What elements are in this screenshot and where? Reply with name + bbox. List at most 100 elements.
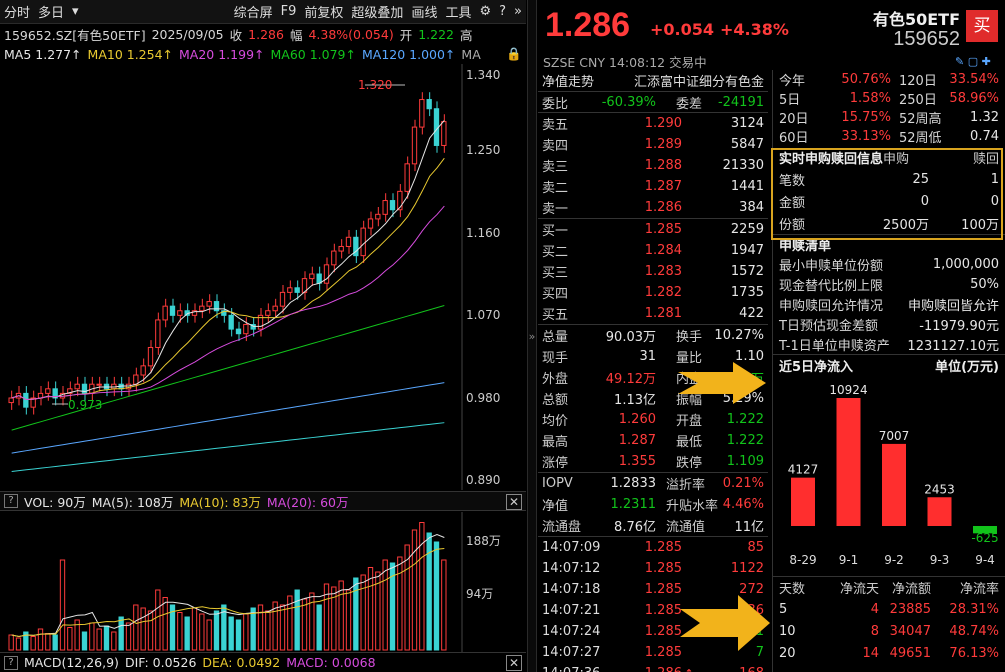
iopv-row: 净值1.2311升贴水率4.46% — [538, 494, 768, 515]
weibi-row: 委比 -60.39% 委差 -24191 — [538, 91, 768, 112]
price-tick: 1.250 — [466, 143, 500, 157]
inflow-bar — [882, 444, 906, 526]
stat-row-value: 1.222 — [702, 412, 764, 427]
help-icon[interactable]: ? — [4, 656, 18, 670]
buy-button[interactable]: 买 — [966, 10, 998, 42]
volume-bar — [38, 629, 42, 650]
volume-bar — [31, 637, 35, 651]
stat-row-value: 1.13亿 — [586, 389, 656, 408]
stat-row-value: 31 — [586, 349, 656, 364]
help-icon[interactable]: ? — [495, 4, 510, 19]
volume-bar — [200, 614, 204, 650]
vol-value: VOL: 90万 — [24, 492, 86, 511]
forward-adjust-button[interactable]: 前复权 — [300, 2, 347, 21]
candle — [295, 288, 299, 293]
candle — [288, 288, 292, 293]
ask-level: 卖一1.286384 — [538, 197, 768, 218]
macd-legend: ? MACD(12,26,9) DIF: 0.0526 DEA: 0.0492 … — [0, 652, 526, 672]
candle — [442, 122, 446, 146]
nav-trend-link[interactable]: 净值走势 — [542, 71, 612, 90]
ask-level-volume: 3124 — [682, 116, 764, 131]
tick-row[interactable]: 14:07:121.2851122 — [538, 558, 768, 579]
iopv-row-value: 0.21% — [702, 476, 764, 491]
volume-bar — [9, 635, 13, 650]
vol-ma20: MA(20): 60万 — [267, 492, 349, 511]
composite-screen-button[interactable]: 综合屏 — [230, 2, 277, 21]
f9-button[interactable]: F9 — [277, 4, 301, 19]
list-value: 1,000,000 — [883, 257, 999, 272]
macd-label: MACD(12,26,9) — [24, 655, 119, 670]
volume-bar — [141, 608, 145, 650]
expand-icon[interactable]: » — [529, 330, 536, 343]
ma10-legend: MA10 1.254↑ — [88, 47, 173, 62]
ma20-legend: MA20 1.199↑ — [179, 47, 264, 62]
ask-level: 卖四1.2895847 — [538, 134, 768, 155]
panel-divider[interactable]: » — [527, 0, 537, 672]
stat-row-label: 开盘 — [656, 410, 702, 429]
bid-level-volume: 2259 — [682, 222, 764, 237]
ask-level-label: 卖一 — [542, 198, 592, 217]
ma60-legend: MA60 1.079↑ — [271, 47, 356, 62]
volume-legend: ? VOL: 90万 MA(5): 108万 MA(10): 83万 MA(20… — [0, 491, 526, 511]
flow-col-netdays: 净流天 — [819, 578, 879, 597]
volume-chart[interactable]: 188万 94万 — [0, 512, 526, 652]
bid-level-price: 1.282 — [592, 285, 682, 300]
draw-line-button[interactable]: 画线 — [407, 2, 441, 21]
stat-row: 总量90.03万换手10.27% — [538, 325, 768, 346]
bid-level: 买一1.2852259 — [538, 219, 768, 240]
tick-time: 14:07:12 — [542, 561, 628, 576]
perf-label: 52周高 — [891, 108, 947, 127]
lock-icon[interactable]: 🔒 — [506, 46, 522, 62]
super-overlay-button[interactable]: 超级叠加 — [347, 2, 407, 21]
tab-intraday[interactable]: 分时 — [0, 2, 34, 21]
perf-row: 60日33.13%52周低0.74 — [773, 127, 1005, 146]
bid-level-price: 1.281 — [592, 306, 682, 321]
candle — [405, 164, 409, 192]
bid-level-price: 1.284 — [592, 243, 682, 258]
tab-multiday[interactable]: 多日 — [34, 2, 68, 21]
perf-value: 15.75% — [819, 110, 891, 125]
iopv-row: IOPV1.2833溢折率0.21% — [538, 473, 768, 494]
ma-cut-legend: MA — [461, 47, 480, 62]
tick-time: 14:07:09 — [542, 540, 628, 555]
flow-days: 5 — [779, 602, 819, 617]
volume-bar — [185, 617, 189, 650]
stat-row-value: 1.287 — [586, 433, 656, 448]
close-icon[interactable]: ✕ — [506, 655, 522, 671]
perf-label: 250日 — [891, 89, 947, 108]
list-label: T日预估现金差额 — [779, 315, 878, 334]
ask-level-price: 1.290 — [592, 116, 682, 131]
list-label: T-1日单位申赎资产 — [779, 335, 890, 354]
ask-level-label: 卖五 — [542, 114, 592, 133]
iopv-row-label: 升贴水率 — [656, 495, 702, 514]
window-controls[interactable]: ✎ ▢ ✚ — [955, 55, 991, 68]
gear-icon[interactable]: ⚙ — [475, 4, 495, 19]
candlestick-chart[interactable]: 1.320 0.973 1.340 1.250 1.160 1.070 0.98… — [0, 64, 526, 490]
help-icon[interactable]: ? — [4, 494, 18, 508]
list-label: 现金替代比例上限 — [779, 275, 883, 294]
price-tick: 0.890 — [466, 473, 500, 487]
volume-bar — [156, 590, 160, 650]
candle — [178, 311, 182, 316]
stat-row-label: 外盘 — [542, 368, 586, 387]
inflow-bar — [928, 497, 952, 526]
chevron-down-icon[interactable]: ▾ — [68, 4, 83, 19]
ma20-line — [12, 206, 445, 399]
tick-row[interactable]: 14:07:091.28585 — [538, 537, 768, 558]
flow-title: 近5日净流入 — [779, 356, 853, 375]
candle — [390, 201, 394, 210]
ask-level: 卖二1.2871441 — [538, 176, 768, 197]
flow-rate: 48.74% — [931, 624, 999, 639]
list-row: T-1日单位申赎资产1231127.10元 — [773, 334, 1005, 354]
collapse-icon[interactable]: » — [510, 4, 526, 19]
close-icon[interactable]: ✕ — [506, 494, 522, 510]
tools-button[interactable]: 工具 — [441, 2, 475, 21]
ask-level-price: 1.288 — [592, 158, 682, 173]
flow-netdays: 8 — [819, 624, 879, 639]
fund-full-name: 汇添富中证细分有色金 — [612, 71, 764, 90]
tick-row[interactable]: 14:07:361.286↑168 — [538, 663, 768, 672]
candle — [46, 389, 50, 394]
candle — [163, 306, 167, 320]
volume-bar — [427, 533, 431, 650]
volume-bar — [60, 560, 64, 650]
